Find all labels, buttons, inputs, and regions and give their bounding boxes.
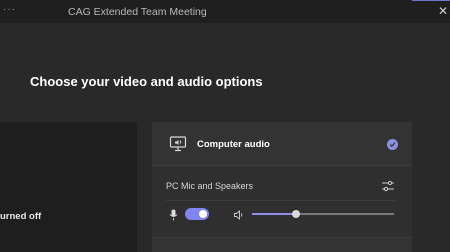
title-accent-line — [412, 0, 450, 1]
volume-slider[interactable] — [252, 210, 394, 218]
mic-toggle-knob — [199, 210, 207, 218]
audio-device-label: PC Mic and Speakers — [166, 181, 254, 191]
computer-audio-label: Computer audio — [197, 139, 270, 150]
window-title: CAG Extended Team Meeting — [68, 6, 207, 18]
close-icon[interactable]: ✕ — [438, 4, 448, 18]
device-settings-icon[interactable] — [381, 179, 395, 192]
page-title: Choose your video and audio options — [30, 74, 263, 89]
computer-audio-option[interactable]: Computer audio — [152, 122, 412, 166]
video-preview: urned off — [0, 122, 137, 252]
audio-options-panel: Computer audio PC Mic and Speakers — [152, 122, 412, 252]
title-bar: ··· CAG Extended Team Meeting ✕ — [0, 0, 450, 24]
menu-icon[interactable]: ··· — [3, 4, 16, 15]
volume-slider-thumb[interactable] — [292, 210, 301, 218]
speaker-icon — [233, 208, 245, 220]
microphone-icon — [169, 208, 178, 221]
volume-slider-fill — [252, 213, 297, 215]
device-divider — [166, 200, 396, 201]
checkmark-circle-icon — [387, 139, 398, 150]
video-status-text: urned off — [0, 211, 42, 222]
mic-toggle[interactable] — [185, 208, 209, 220]
computer-speaker-icon — [169, 135, 187, 153]
